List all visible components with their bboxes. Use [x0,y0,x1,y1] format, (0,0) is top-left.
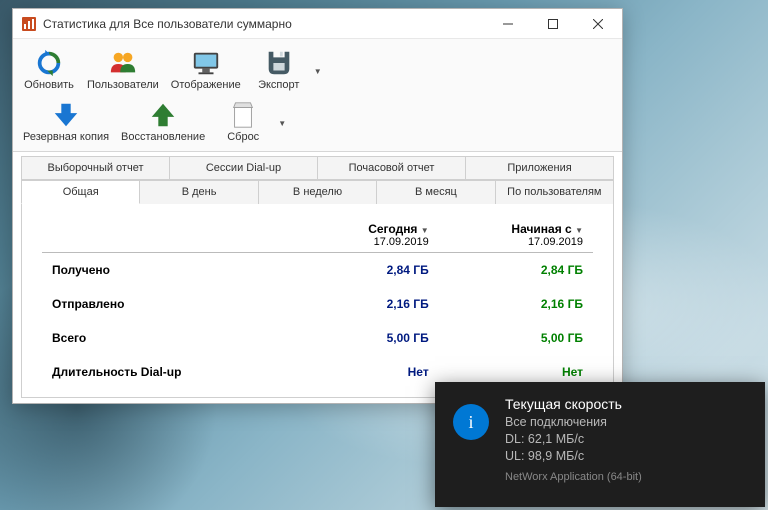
display-icon [190,47,222,79]
minimize-icon [503,19,513,29]
minimize-button[interactable] [485,9,530,38]
backup-icon [50,99,82,131]
tab-selective-report[interactable]: Выборочный отчет [21,156,170,180]
export-icon [263,47,295,79]
notification-app: NetWorx Application (64-bit) [505,471,749,483]
export-button[interactable]: Экспорт [247,45,311,97]
refresh-icon [33,47,65,79]
tab-general[interactable]: Общая [21,180,140,204]
users-icon [107,47,139,79]
restore-button[interactable]: Восстановление [115,97,211,149]
col-since-header[interactable]: Начиная с ▼ 17.09.2019 [439,218,593,253]
export-dropdown[interactable]: ▼ [311,45,325,97]
tabs: Выборочный отчет Сессии Dial-up Почасово… [13,152,622,204]
tab-monthly[interactable]: В месяц [377,180,495,204]
stats-table: Сегодня ▼ 17.09.2019 Начиная с ▼ 17.09.2… [42,218,593,389]
tab-weekly[interactable]: В неделю [259,180,377,204]
notification-ul: UL: 98,9 МБ/с [505,448,749,465]
restore-icon [147,99,179,131]
titlebar: Статистика для Все пользователи суммарно [13,9,622,39]
reset-button[interactable]: Сброс [211,97,275,149]
speed-notification[interactable]: i Текущая скорость Все подключения DL: 6… [435,382,765,507]
notification-title: Текущая скорость [505,396,749,412]
maximize-icon [548,19,558,29]
close-icon [593,19,603,29]
tab-applications[interactable]: Приложения [466,156,614,180]
window-title: Статистика для Все пользователи суммарно [43,17,485,31]
reset-icon [227,99,259,131]
tab-hourly-report[interactable]: Почасовой отчет [318,156,466,180]
row-total: Всего 5,00 ГБ 5,00 ГБ [42,321,593,355]
sort-arrow-icon: ▼ [575,226,583,235]
tab-by-user[interactable]: По пользователям [496,180,614,204]
row-received: Получено 2,84 ГБ 2,84 ГБ [42,253,593,288]
refresh-button[interactable]: Обновить [17,45,81,97]
stats-window: Статистика для Все пользователи суммарно… [12,8,623,404]
reset-dropdown[interactable]: ▼ [275,97,289,149]
backup-button[interactable]: Резервная копия [17,97,115,149]
row-sent: Отправлено 2,16 ГБ 2,16 ГБ [42,287,593,321]
sort-arrow-icon: ▼ [421,226,429,235]
users-button[interactable]: Пользователи [81,45,165,97]
tab-dialup-sessions[interactable]: Сессии Dial-up [170,156,318,180]
info-icon: i [453,404,489,440]
notification-dl: DL: 62,1 МБ/с [505,431,749,448]
display-button[interactable]: Отображение [165,45,247,97]
col-today-header[interactable]: Сегодня ▼ 17.09.2019 [290,218,439,253]
maximize-button[interactable] [530,9,575,38]
notification-connection: Все подключения [505,414,749,431]
close-button[interactable] [575,9,620,38]
app-icon [21,16,37,32]
toolbar: Обновить Пользователи Отображение Экспор… [13,39,622,152]
tab-daily[interactable]: В день [140,180,258,204]
content-panel: Сегодня ▼ 17.09.2019 Начиная с ▼ 17.09.2… [21,204,614,398]
